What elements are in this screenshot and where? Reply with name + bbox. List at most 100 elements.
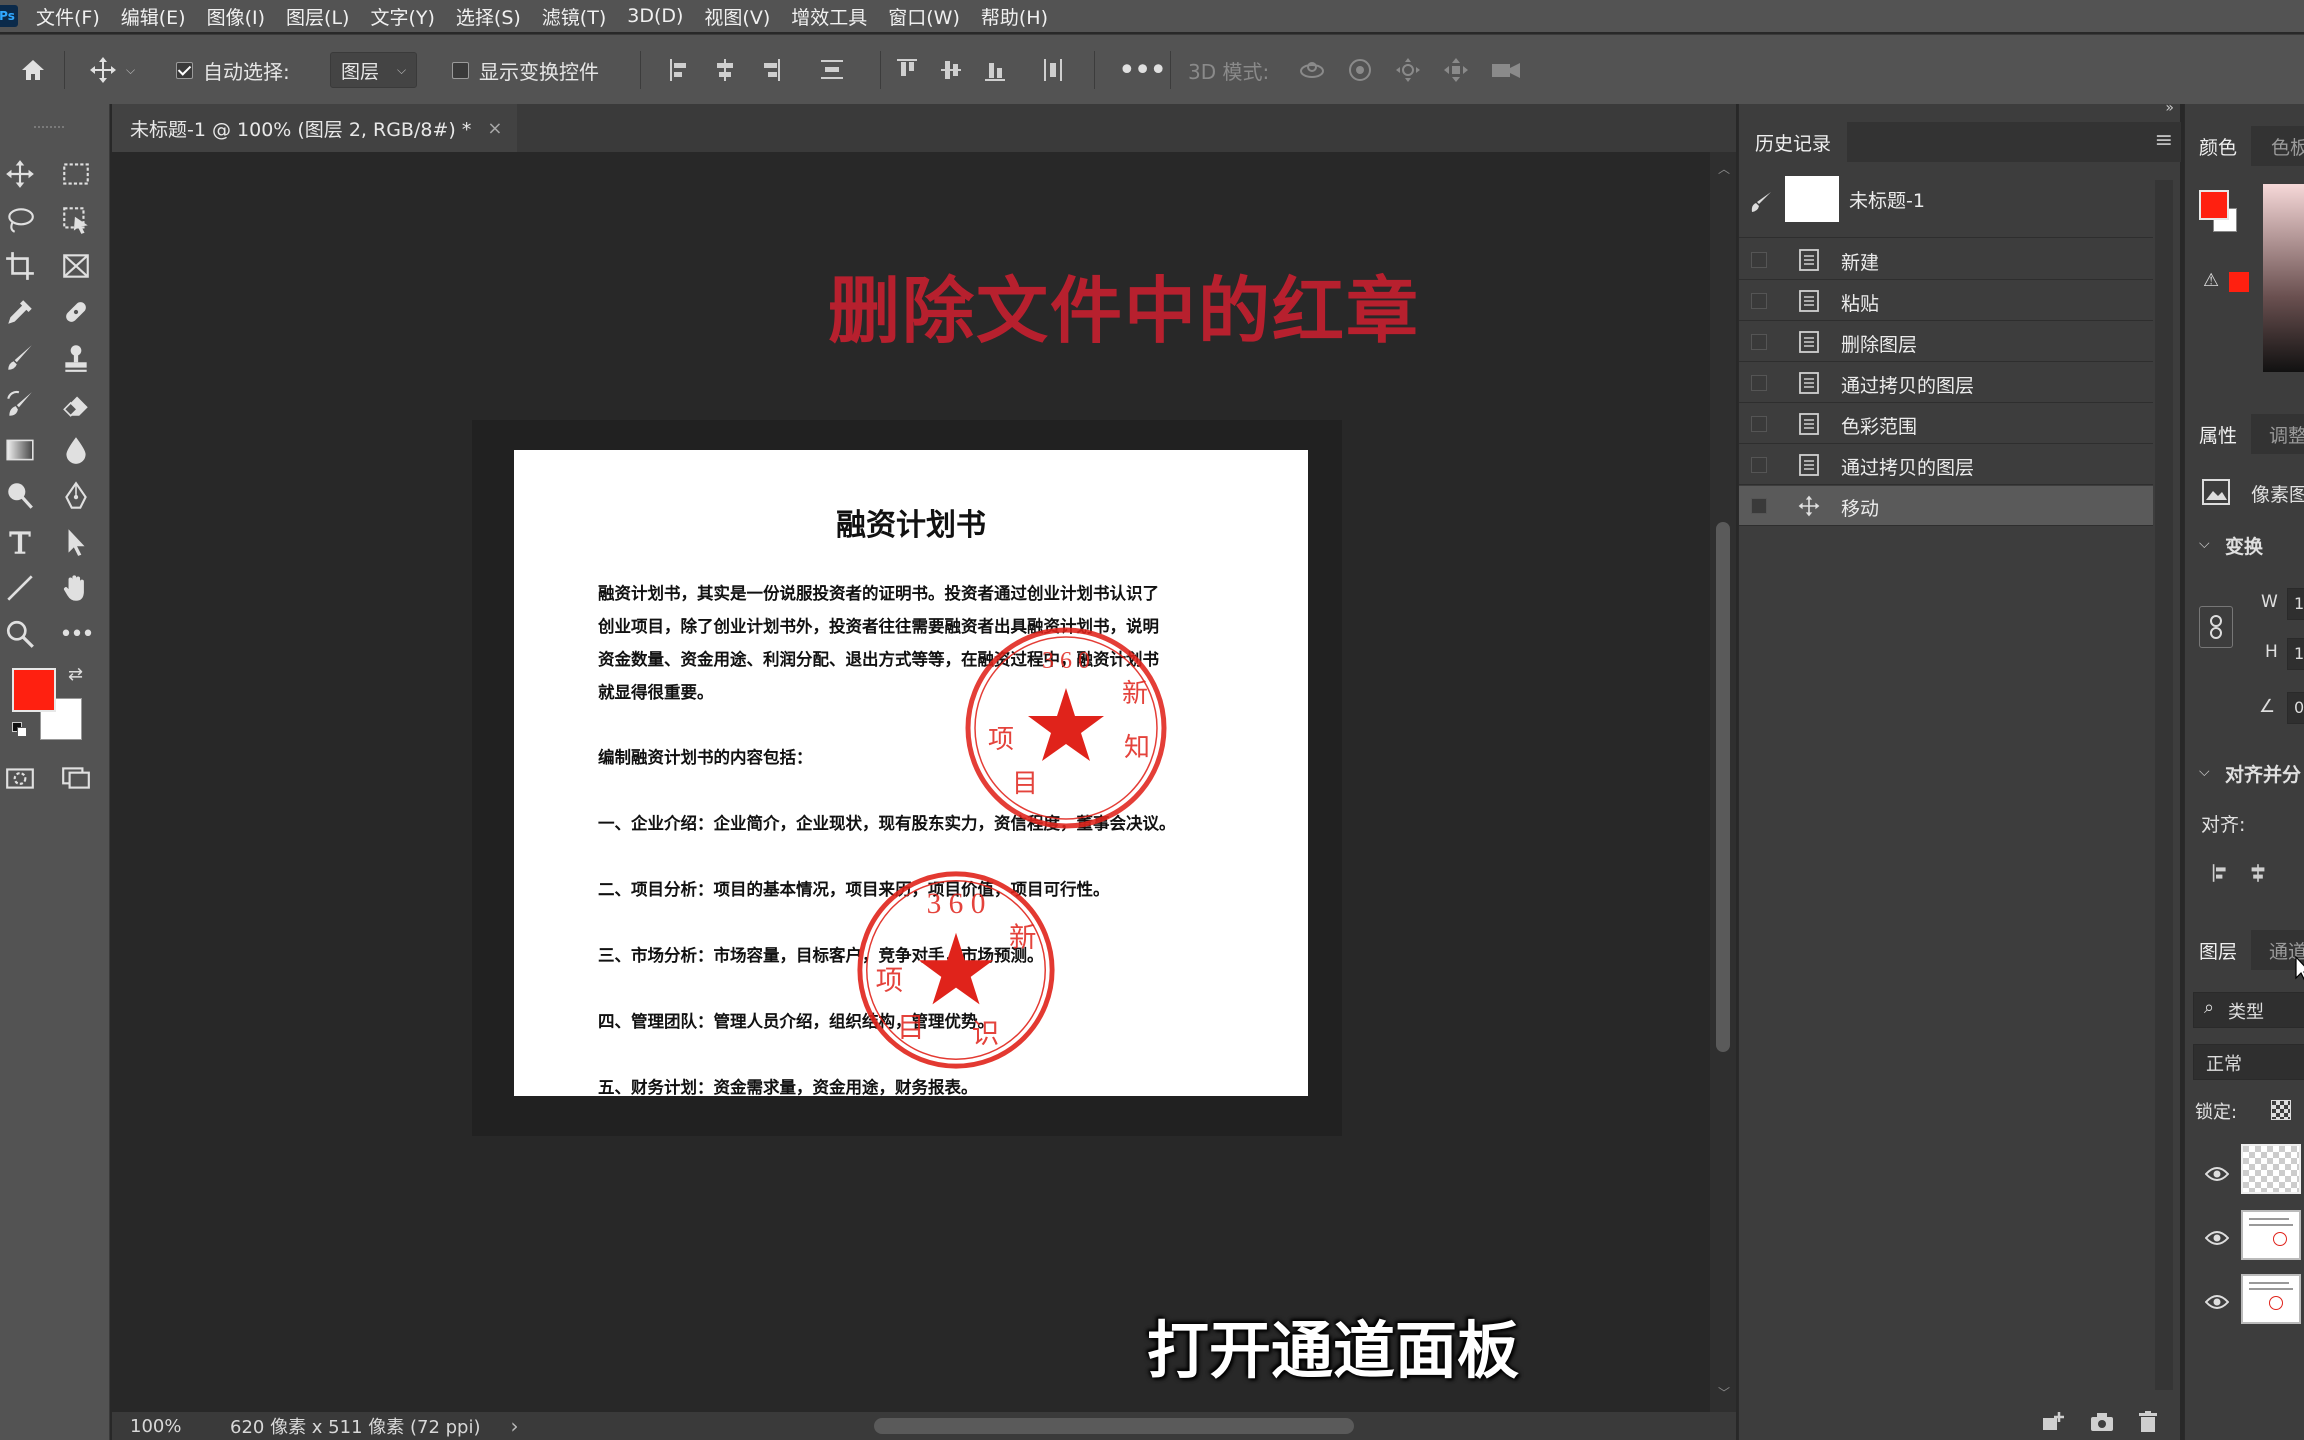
align-hcenter-icon[interactable] xyxy=(2249,863,2267,884)
history-item[interactable]: 新建 xyxy=(1739,240,2153,280)
foreground-color-swatch[interactable] xyxy=(12,668,56,712)
menu-view[interactable]: 视图(V) xyxy=(704,3,770,30)
history-item[interactable]: 删除图层 xyxy=(1739,322,2153,362)
camera-icon[interactable] xyxy=(2089,1410,2115,1434)
menu-window[interactable]: 窗口(W) xyxy=(888,3,960,30)
lasso-tool[interactable] xyxy=(0,200,40,240)
link-dimensions-button[interactable] xyxy=(2199,606,2233,648)
history-item[interactable]: 粘贴 xyxy=(1739,281,2153,321)
default-colors-button[interactable] xyxy=(12,722,28,738)
more-options-button[interactable]: ••• xyxy=(1118,35,1167,105)
gradient-tool[interactable] xyxy=(0,430,40,470)
move-tool[interactable] xyxy=(0,154,40,194)
align-left-icon[interactable] xyxy=(668,57,690,83)
history-source-checkbox[interactable] xyxy=(1751,498,1767,514)
layer-visibility-toggle[interactable] xyxy=(2204,1166,2230,1182)
layer-visibility-toggle[interactable] xyxy=(2204,1230,2230,1246)
foreground-color-swatch[interactable] xyxy=(2199,190,2229,220)
tab-history[interactable]: 历史记录 xyxy=(1739,122,1848,162)
history-source-checkbox[interactable] xyxy=(1751,252,1767,268)
panel-menu-icon[interactable]: ≡ xyxy=(2155,128,2173,153)
gamut-color-swatch[interactable] xyxy=(2229,272,2249,292)
path-selection-tool[interactable] xyxy=(56,522,96,562)
gamut-warning-icon[interactable]: ⚠ xyxy=(2203,270,2219,291)
history-item[interactable]: 通过拷贝的图层 xyxy=(1739,445,2153,485)
camera-3d-icon[interactable] xyxy=(1490,56,1522,84)
blur-tool[interactable] xyxy=(56,430,96,470)
orbit-3d-icon[interactable] xyxy=(1298,56,1326,84)
menu-edit[interactable]: 编辑(E) xyxy=(121,3,186,30)
object-select-tool[interactable] xyxy=(56,200,96,240)
pan-3d-icon[interactable] xyxy=(1394,56,1422,84)
history-brush-tool[interactable] xyxy=(0,384,40,424)
auto-select-checkbox[interactable]: 自动选择: xyxy=(176,35,290,105)
slide-3d-icon[interactable] xyxy=(1442,56,1470,84)
chevron-down-icon[interactable]: ⌵ xyxy=(2199,764,2210,780)
history-source-checkbox[interactable] xyxy=(1751,457,1767,473)
blend-mode-select[interactable]: 正常 xyxy=(2193,1044,2304,1080)
width-input[interactable]: 1 xyxy=(2287,588,2304,620)
chevron-down-icon[interactable]: ⌵ xyxy=(2199,536,2210,552)
close-icon[interactable]: × xyxy=(487,118,502,139)
dodge-tool[interactable] xyxy=(0,476,40,516)
move-tool-preset[interactable]: ⌵ xyxy=(88,35,135,105)
scroll-down-icon[interactable]: ﹀ xyxy=(1718,1384,1730,1401)
menu-select[interactable]: 选择(S) xyxy=(456,3,521,30)
menu-3d[interactable]: 3D(D) xyxy=(627,5,683,27)
history-source-checkbox[interactable] xyxy=(1751,334,1767,350)
history-scrollbar[interactable] xyxy=(2155,180,2173,1390)
brush-tool[interactable] xyxy=(0,338,40,378)
menu-image[interactable]: 图像(I) xyxy=(207,3,265,30)
history-source-checkbox[interactable] xyxy=(1751,416,1767,432)
eyedropper-tool[interactable] xyxy=(0,292,40,332)
align-top-icon[interactable] xyxy=(896,57,918,83)
transform-controls-checkbox[interactable]: 显示变换控件 xyxy=(452,35,599,105)
line-tool[interactable] xyxy=(0,568,40,608)
distribute-vertical-icon[interactable] xyxy=(820,57,843,83)
history-snapshot[interactable]: 未标题-1 xyxy=(1739,164,2153,238)
trash-icon[interactable] xyxy=(2137,1410,2159,1434)
document-size-info[interactable]: 620 像素 x 511 像素 (72 ppi) xyxy=(230,1413,481,1439)
tab-adjustments[interactable]: 调整 xyxy=(2269,414,2304,454)
lock-transparent-icon[interactable] xyxy=(2271,1100,2291,1120)
clone-stamp-tool[interactable] xyxy=(56,338,96,378)
layer-visibility-toggle[interactable] xyxy=(2204,1294,2230,1310)
history-brush-source-icon[interactable] xyxy=(1749,190,1773,214)
height-input[interactable]: 1 xyxy=(2287,638,2304,670)
color-spectrum[interactable] xyxy=(2263,184,2304,372)
new-document-from-state-icon[interactable] xyxy=(2041,1410,2067,1434)
swap-colors-icon[interactable]: ⇄ xyxy=(68,664,83,685)
roll-3d-icon[interactable] xyxy=(1346,56,1374,84)
layer-thumbnail-transparent[interactable] xyxy=(2241,1144,2301,1194)
tab-color[interactable]: 颜色 xyxy=(2185,126,2252,166)
zoom-level[interactable]: 100% xyxy=(130,1416,210,1437)
align-hcenter-icon[interactable] xyxy=(714,57,736,83)
align-left-icon[interactable] xyxy=(2211,863,2229,884)
history-item[interactable]: 通过拷贝的图层 xyxy=(1739,363,2153,403)
scroll-up-icon[interactable]: ︿ xyxy=(1718,160,1730,177)
layer-filter-input[interactable]: ⌕ 类型 xyxy=(2193,992,2304,1028)
layer-thumbnail-document[interactable] xyxy=(2241,1210,2301,1260)
layer-select-dropdown[interactable]: 图层 ⌵ xyxy=(330,35,418,105)
edit-toolbar-button[interactable]: ••• xyxy=(56,614,96,654)
quick-mask-button[interactable] xyxy=(0,758,40,798)
hand-tool[interactable] xyxy=(56,568,96,608)
healing-brush-tool[interactable] xyxy=(56,292,96,332)
history-source-checkbox[interactable] xyxy=(1751,293,1767,309)
distribute-horizontal-icon[interactable] xyxy=(1042,57,1064,83)
menu-layer[interactable]: 图层(L) xyxy=(286,3,349,30)
menu-filter[interactable]: 滤镜(T) xyxy=(542,3,606,30)
zoom-tool[interactable] xyxy=(0,614,40,654)
horizontal-scroll-thumb[interactable] xyxy=(874,1418,1354,1434)
history-item-selected[interactable]: 移动 xyxy=(1739,486,2153,526)
panel-collapse-icon[interactable]: » xyxy=(2165,100,2174,116)
tab-swatches[interactable]: 色板 xyxy=(2271,126,2304,166)
menu-file[interactable]: 文件(F) xyxy=(36,3,100,30)
canvas-area[interactable]: 删除文件中的红章 融资计划书 融资计划书，其实是一份说服投资者的证明书。投资者通… xyxy=(112,152,1710,1412)
menu-type[interactable]: 文字(Y) xyxy=(370,3,434,30)
layer-thumbnail-document[interactable] xyxy=(2241,1274,2301,1324)
status-expand-icon[interactable]: › xyxy=(511,1414,519,1438)
screen-mode-button[interactable] xyxy=(56,758,96,798)
crop-tool[interactable] xyxy=(0,246,40,286)
angle-input[interactable]: 0 xyxy=(2287,692,2304,724)
